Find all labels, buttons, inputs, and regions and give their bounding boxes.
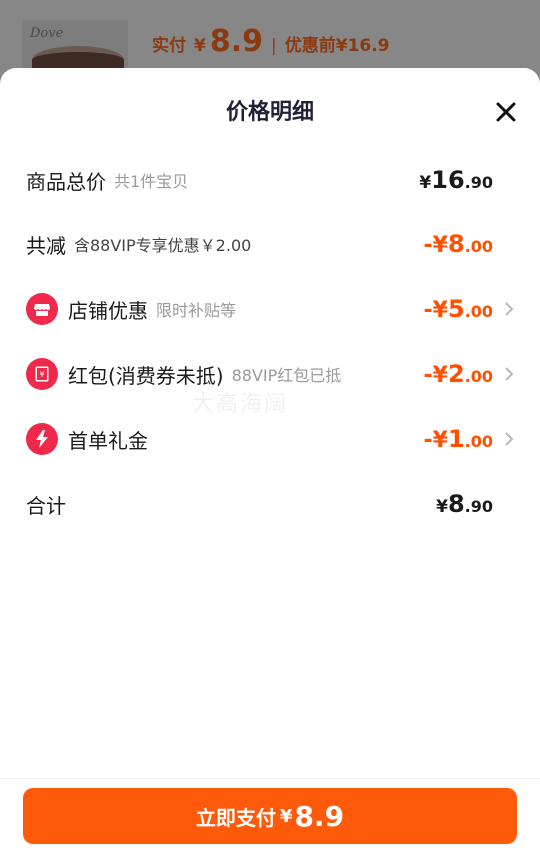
reduction-note: 含88VIP专享优惠￥2.00 xyxy=(74,236,252,255)
divider: | xyxy=(271,36,277,56)
sheet-title: 价格明细 xyxy=(225,100,314,125)
store-discount-note: 限时补贴等 xyxy=(156,301,237,320)
price-before-discount: 优惠前¥16.9 xyxy=(284,36,390,56)
row-first-order-gift[interactable]: 首单礼金 -¥ 1 .00 xyxy=(0,419,540,459)
amount-fraction: .00 xyxy=(464,237,493,256)
row-sum: 合计 ¥ 8 .90 xyxy=(0,484,540,524)
row-total-reduction: 共减 含88VIP专享优惠￥2.00 -¥ 8 .00 xyxy=(0,224,540,264)
amount-integer: 2 xyxy=(447,360,465,388)
pay-amount: 8.9 xyxy=(294,799,345,833)
close-icon xyxy=(496,102,516,122)
goods-total-amount: ¥ 16 .90 xyxy=(419,166,493,194)
first-order-gift-amount: -¥ 1 .00 xyxy=(424,425,494,453)
footer-divider xyxy=(0,778,540,779)
chevron-right-icon xyxy=(502,364,516,384)
amount-integer: 5 xyxy=(447,295,465,323)
paid-label: 实付 xyxy=(152,36,186,56)
brand-logo: Dove xyxy=(30,26,64,41)
lightning-icon xyxy=(26,423,58,455)
amount-integer: 8 xyxy=(447,490,465,518)
red-packet-label: 红包(消费券未抵) xyxy=(68,363,224,388)
amount-integer: 8 xyxy=(447,230,465,258)
amount-fraction: .00 xyxy=(464,302,493,321)
chevron-right-icon xyxy=(502,429,516,449)
pay-now-button[interactable]: 立即支付 ¥ 8.9 xyxy=(23,788,517,844)
watermark: 大高海阔 xyxy=(192,392,289,417)
red-packet-note: 88VIP红包已抵 xyxy=(231,366,342,385)
goods-total-label: 商品总价 xyxy=(26,169,106,194)
price-detail-sheet: 价格明细 商品总价 共1件宝贝 ¥ 16 .90 共减 含88VIP专享优惠￥2… xyxy=(0,68,540,864)
svg-text:¥: ¥ xyxy=(39,370,44,379)
currency-symbol: ¥ xyxy=(436,497,448,517)
first-order-gift-label: 首单礼金 xyxy=(68,428,148,453)
store-discount-label: 店铺优惠 xyxy=(68,298,148,323)
minus-currency: -¥ xyxy=(423,233,448,258)
chevron-right-icon xyxy=(502,299,516,319)
minus-currency: -¥ xyxy=(423,363,448,388)
row-goods-total: 商品总价 共1件宝贝 ¥ 16 .90 xyxy=(0,160,540,200)
store-icon xyxy=(26,293,58,325)
close-button[interactable] xyxy=(490,96,522,128)
goods-count: 共1件宝贝 xyxy=(114,172,189,191)
amount-integer: 1 xyxy=(447,425,465,453)
currency-symbol: ¥ xyxy=(419,173,432,193)
sum-label: 合计 xyxy=(26,493,66,518)
pay-button-label: 立即支付 xyxy=(195,805,276,830)
red-packet-amount: -¥ 2 .00 xyxy=(424,360,494,388)
reduction-label: 共减 xyxy=(26,233,66,258)
row-store-discount[interactable]: 店铺优惠 限时补贴等 -¥ 5 .00 xyxy=(0,289,540,329)
pay-currency: ¥ xyxy=(279,805,293,827)
sum-amount: ¥ 8 .90 xyxy=(436,490,493,518)
amount-integer: 16 xyxy=(431,166,465,194)
amount-fraction: .00 xyxy=(464,432,493,451)
store-discount-amount: -¥ 5 .00 xyxy=(424,295,494,323)
background-price-summary: 实付 ¥ 8.9 | 优惠前¥16.9 xyxy=(152,24,390,68)
minus-currency: -¥ xyxy=(423,298,448,323)
amount-fraction: .90 xyxy=(464,173,493,192)
minus-currency: -¥ xyxy=(423,428,448,453)
amount-fraction: .90 xyxy=(464,497,493,516)
red-packet-icon: ¥ xyxy=(26,358,58,390)
paid-currency: ¥ xyxy=(194,36,206,56)
paid-amount: 8.9 xyxy=(209,24,263,59)
reduction-amount: -¥ 8 .00 xyxy=(424,230,494,258)
amount-fraction: .00 xyxy=(464,367,493,386)
